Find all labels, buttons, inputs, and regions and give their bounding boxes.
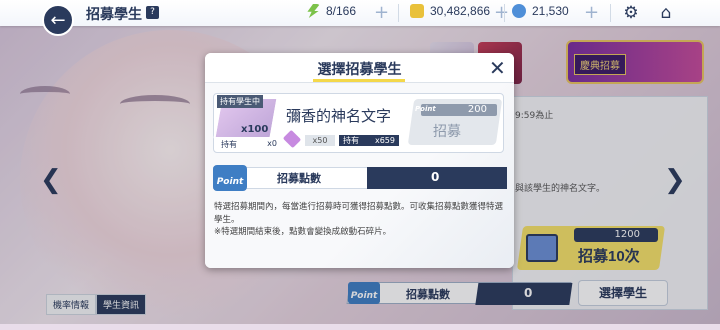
stamina-icon	[307, 4, 320, 18]
points-row	[213, 167, 507, 189]
page-title: 招募學生	[86, 6, 142, 22]
description: 特選招募期間內，每當進行招募時可獲得招募點數。可收集招募點數獲得特選學生。 ※特…	[214, 201, 508, 239]
gems-plus-button[interactable]: +	[584, 2, 599, 23]
credits-plus-button[interactable]: +	[494, 2, 509, 23]
recruit-point-icon: Point	[415, 105, 436, 113]
back-button[interactable]: ←	[42, 4, 74, 36]
points-label: 招募點數	[277, 172, 321, 185]
eleph-quantity: x100	[241, 124, 269, 135]
owned-row: 持有 x0	[219, 139, 277, 149]
stamina-value: 8/166	[326, 4, 357, 18]
credits-counter: 30,482,866	[410, 4, 490, 18]
divider	[398, 4, 399, 22]
select-student-modal: 選擇招募學生 ✕ 持有學生中 x100 持有 x0 彌香的神名文字 x50 持有…	[205, 53, 514, 268]
credits-icon	[410, 4, 424, 18]
home-icon[interactable]: ⌂	[656, 3, 676, 23]
item-name: 彌香的神名文字	[286, 108, 392, 125]
stamina-plus-button[interactable]: +	[374, 2, 389, 23]
owned-label: 持有	[221, 140, 237, 149]
gems-counter: 21,530	[512, 4, 569, 18]
divider	[504, 4, 505, 22]
eleph-owned-value: x659	[374, 136, 395, 145]
stamina-counter: 8/166	[306, 4, 356, 18]
gear-icon[interactable]: ⚙	[621, 3, 641, 23]
credits-value: 30,482,866	[430, 4, 491, 18]
owned-badge: 持有學生中	[217, 95, 263, 108]
help-icon[interactable]: ?	[146, 6, 159, 19]
points-value: 0	[431, 170, 440, 184]
eleph-owned: 持有 x659	[339, 135, 399, 146]
gems-value: 21,530	[532, 4, 569, 18]
description-line: ※特選期間結束後，點數會變換成啟動石碎片。	[214, 227, 392, 237]
description-line: 特選招募期間內，每當進行招募時可獲得招募點數。可收集招募點數獲得特選學生。	[214, 202, 504, 225]
owned-value: x0	[267, 139, 277, 148]
recruit-label: 招募	[433, 123, 461, 139]
eleph-reward-qty: x50	[305, 135, 335, 146]
gem-icon	[512, 4, 526, 18]
modal-title: 選擇招募學生	[317, 61, 402, 77]
close-icon[interactable]: ✕	[489, 56, 506, 80]
title-underline	[313, 79, 405, 82]
point-icon: Point	[213, 165, 247, 191]
divider	[610, 4, 611, 22]
back-arrow-icon: ←	[50, 9, 66, 31]
eleph-owned-label: 持有	[343, 136, 359, 145]
